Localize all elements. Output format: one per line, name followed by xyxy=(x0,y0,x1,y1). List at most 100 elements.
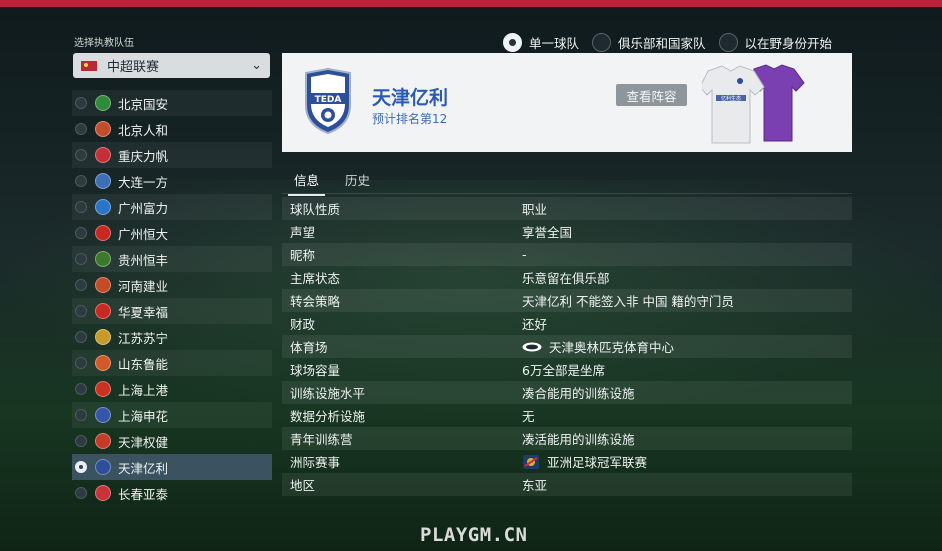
team-radio-button[interactable] xyxy=(75,461,87,473)
team-list-item[interactable]: 江苏苏宁 xyxy=(72,324,272,350)
team-list-item[interactable]: 山东鲁能 xyxy=(72,350,272,376)
scope-option-label: 单一球队 xyxy=(529,36,580,51)
team-list-item[interactable]: 北京国安 xyxy=(72,90,272,116)
info-value[interactable]: 天津奥林匹克体育中心 xyxy=(522,337,674,356)
team-list-item[interactable]: 贵州恒丰 xyxy=(72,246,272,272)
team-radio-button[interactable] xyxy=(75,253,87,265)
team-radio-button[interactable] xyxy=(75,331,87,343)
team-badge-icon xyxy=(95,173,111,189)
info-key: 青年训练营 xyxy=(290,432,353,447)
team-badge-icon xyxy=(95,277,111,293)
info-row: 球场容量 6万全部是坐席 xyxy=(282,358,852,381)
scope-radio-button[interactable] xyxy=(503,33,522,52)
info-row: 昵称 - xyxy=(282,243,852,266)
info-value-text: 享誉全国 xyxy=(522,225,573,240)
team-list-item[interactable]: 天津权健 xyxy=(72,428,272,454)
team-radio-button[interactable] xyxy=(75,409,87,421)
club-tabs: 信息 历史 xyxy=(282,162,852,196)
team-radio-button[interactable] xyxy=(75,149,87,161)
team-badge-icon xyxy=(95,485,111,501)
info-value-text: - xyxy=(522,247,527,262)
team-radio-button[interactable] xyxy=(75,279,87,291)
info-value: 无 xyxy=(522,406,535,425)
scope-radio-button[interactable] xyxy=(592,33,612,52)
team-name: 江苏苏宁 xyxy=(118,330,169,346)
info-value: 享誉全国 xyxy=(522,222,572,241)
scope-radio-button[interactable] xyxy=(718,33,738,52)
team-radio-button[interactable] xyxy=(75,305,87,317)
info-row: 体育场 天津奥林匹克体育中心 xyxy=(282,335,852,358)
info-value: 职业 xyxy=(522,199,547,218)
club-name: 天津亿利 xyxy=(372,87,449,109)
team-name: 天津权健 xyxy=(118,434,169,450)
team-badge-icon xyxy=(95,303,111,319)
tab-info[interactable]: 信息 xyxy=(287,170,326,196)
club-info-table: 球队性质 职业 声望 享誉全国 昵称 - 主席状态 乐意留在俱乐部 转会策略 天津亿利 不能签入非… xyxy=(282,197,852,496)
info-row: 声望 享誉全国 xyxy=(282,220,852,243)
tab-history[interactable]: 历史 xyxy=(345,170,370,189)
scope-option-label: 俱乐部和国家队 xyxy=(618,36,706,51)
info-value: 东亚 xyxy=(522,475,547,494)
view-squad-button[interactable]: 查看阵容 xyxy=(616,84,687,106)
team-list-item[interactable]: 北京人和 xyxy=(72,116,272,142)
team-badge-icon xyxy=(95,199,111,215)
info-key: 主席状态 xyxy=(290,271,341,286)
info-row: 数据分析设施 无 xyxy=(282,404,852,427)
team-name: 大连一方 xyxy=(118,174,169,190)
info-row: 财政 还好 xyxy=(282,312,852,335)
team-badge-icon xyxy=(95,381,111,397)
info-key: 地区 xyxy=(290,478,316,493)
kit-sponsor-text: 亿利生态 xyxy=(721,95,741,102)
team-name: 重庆力帆 xyxy=(118,148,169,164)
team-badge-icon xyxy=(95,355,111,371)
team-list-item[interactable]: 广州富力 xyxy=(72,194,272,220)
team-radio-button[interactable] xyxy=(75,201,87,213)
info-value-text: 无 xyxy=(522,409,535,424)
team-list-item[interactable]: 华夏幸福 xyxy=(72,298,272,324)
scope-option[interactable]: 俱乐部和国家队 xyxy=(592,33,706,52)
info-value-text: 乐意留在俱乐部 xyxy=(522,271,610,286)
team-name: 河南建业 xyxy=(118,278,169,294)
team-list-item[interactable]: 天津亿利 xyxy=(72,454,272,480)
team-badge-icon xyxy=(95,95,111,111)
team-list-item[interactable]: 上海上港 xyxy=(72,376,272,402)
team-badge-icon xyxy=(95,459,111,475)
info-value[interactable]: 亚洲足球冠军联赛 xyxy=(522,452,647,471)
info-value: 6万全部是坐席 xyxy=(522,360,605,379)
team-name: 天津亿利 xyxy=(118,460,169,476)
team-radio-button[interactable] xyxy=(75,357,87,369)
scope-option-label: 以在野身份开始 xyxy=(744,36,833,51)
team-name: 贵州恒丰 xyxy=(118,252,169,268)
info-value-text: 天津亿利 不能签入非 中国 籍的守门员 xyxy=(522,294,734,309)
team-radio-button[interactable] xyxy=(75,227,87,239)
team-radio-button[interactable] xyxy=(75,435,87,447)
team-list-item[interactable]: 大连一方 xyxy=(72,168,272,194)
league-dropdown[interactable]: 中超联赛 ⌄ xyxy=(73,53,270,78)
team-list-item[interactable]: 河南建业 xyxy=(72,272,272,298)
info-value-text: 东亚 xyxy=(522,478,548,493)
info-key: 球队性质 xyxy=(290,202,341,217)
info-row: 训练设施水平 凑合能用的训练设施 xyxy=(282,381,852,404)
info-value: 凑活能用的训练设施 xyxy=(522,429,635,448)
team-radio-button[interactable] xyxy=(75,487,87,499)
info-value: - xyxy=(522,247,527,262)
scope-options: 单一球队 俱乐部和国家队 以在野身份开始 xyxy=(503,33,845,52)
team-list-item[interactable]: 广州恒大 xyxy=(72,220,272,246)
team-badge-icon xyxy=(95,251,111,267)
team-radio-button[interactable] xyxy=(75,175,87,187)
info-value-text: 天津奥林匹克体育中心 xyxy=(549,340,675,355)
team-name: 上海上港 xyxy=(118,382,169,398)
team-radio-button[interactable] xyxy=(75,97,87,109)
scope-option[interactable]: 以在野身份开始 xyxy=(718,33,833,52)
stadium-icon xyxy=(522,342,542,351)
team-list-item[interactable]: 重庆力帆 xyxy=(72,142,272,168)
team-name: 北京国安 xyxy=(118,96,169,112)
team-name: 广州富力 xyxy=(118,200,169,216)
team-name: 山东鲁能 xyxy=(118,356,169,372)
team-list-item[interactable]: 上海申花 xyxy=(72,402,272,428)
team-radio-button[interactable] xyxy=(75,383,87,395)
team-list-item[interactable]: 长春亚泰 xyxy=(72,480,272,506)
team-radio-button[interactable] xyxy=(75,123,87,135)
info-value-text: 亚洲足球冠军联赛 xyxy=(547,455,648,470)
scope-option[interactable]: 单一球队 xyxy=(503,33,579,52)
